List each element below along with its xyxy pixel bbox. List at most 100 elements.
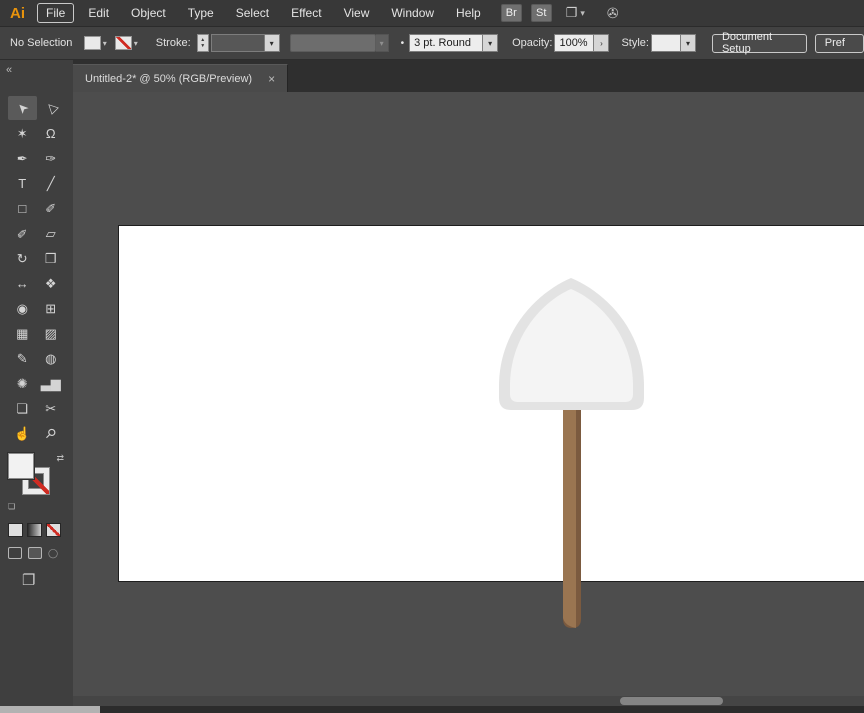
draw-inside-icon[interactable]: ◯ [48, 548, 58, 559]
stroke-weight-combo[interactable]: ▾ [210, 34, 280, 52]
menu-bar: Ai File Edit Object Type Select Effect V… [0, 0, 864, 27]
type-tool-icon: T [18, 175, 27, 191]
gradient-tool[interactable]: ▨ [37, 321, 66, 345]
workspace-icon: ❐ [565, 5, 578, 20]
style-combo[interactable]: ▾ [650, 34, 696, 52]
pen-tool[interactable]: ✒ [8, 146, 37, 170]
stroke-weight-field[interactable] [210, 34, 265, 52]
menu-window[interactable]: Window [380, 3, 445, 23]
rotate-tool[interactable]: ↻ [8, 246, 37, 270]
chevron-right-icon[interactable]: › [594, 34, 610, 52]
chevron-down-icon[interactable]: ▾ [483, 34, 499, 52]
brush-definition-value[interactable]: 3 pt. Round [409, 34, 484, 52]
selection-tool[interactable]: ➤ [8, 96, 37, 120]
app-logo[interactable]: Ai [0, 5, 34, 22]
document-tab-title: Untitled-2* @ 50% (RGB/Preview) [85, 72, 253, 85]
fill-stroke-widget: ⇄ ❏ [8, 453, 66, 511]
perspective-grid-tool[interactable]: ⊞ [37, 296, 66, 320]
magic-wand-tool-icon: ✶ [16, 125, 28, 141]
shape-builder-tool-icon: ◉ [16, 300, 28, 316]
magic-wand-tool[interactable]: ✶ [8, 121, 37, 145]
type-tool[interactable]: T [8, 171, 37, 195]
direct-selection-tool[interactable]: ▷ [37, 96, 66, 120]
close-icon[interactable]: × [268, 72, 275, 86]
opacity-combo[interactable]: 100% › [554, 34, 610, 52]
menu-view[interactable]: View [333, 3, 381, 23]
workspace-switcher[interactable]: ❐ ▾ [566, 5, 585, 21]
shape-builder-tool[interactable]: ◉ [8, 296, 37, 320]
draw-behind-button[interactable] [28, 547, 42, 559]
pen-tool-icon: ✒ [16, 150, 28, 166]
pencil-tool[interactable]: ✏ [8, 221, 37, 245]
line-tool-icon: ╱ [46, 175, 55, 191]
stock-button[interactable]: St [530, 4, 552, 22]
hand-tool-icon: ☝ [14, 425, 31, 441]
menu-edit[interactable]: Edit [77, 3, 120, 23]
lasso-tool[interactable]: Ω [37, 121, 66, 145]
brush-definition-combo[interactable]: 3 pt. Round ▾ [409, 34, 499, 52]
paintbrush-tool[interactable]: ✐ [37, 196, 66, 220]
chevron-down-icon[interactable]: ▾ [264, 34, 280, 52]
scale-tool[interactable]: ❒ [37, 246, 66, 270]
zoom-tool[interactable]: ⚲ [37, 421, 66, 445]
fill-color-dropdown[interactable]: ▾ [83, 36, 107, 50]
column-graph-tool[interactable]: ▃▆ [37, 371, 66, 395]
stroke-weight-stepper[interactable]: ▲ ▼ [196, 34, 209, 52]
fill-proxy[interactable] [8, 453, 34, 479]
document-setup-button[interactable]: Document Setup [711, 31, 807, 55]
artboard[interactable] [118, 225, 864, 582]
gradient-button[interactable] [27, 523, 42, 537]
screen-mode-button[interactable]: ❐ [22, 571, 73, 589]
width-tool[interactable]: ↔ [8, 271, 37, 295]
blend-tool[interactable]: ◍ [37, 346, 66, 370]
menu-help[interactable]: Help [445, 3, 492, 23]
artboard-tool[interactable]: ❏ [8, 396, 37, 420]
color-button[interactable] [8, 523, 23, 537]
direct-selection-tool-icon: ▷ [41, 99, 60, 117]
document-tab-bar: Untitled-2* @ 50% (RGB/Preview) × [73, 60, 864, 92]
line-tool[interactable]: ╱ [37, 171, 66, 195]
canvas[interactable] [73, 92, 864, 713]
free-transform-tool[interactable]: ❖ [37, 271, 66, 295]
eyedropper-tool[interactable]: ✎ [8, 346, 37, 370]
tab-row: « Untitled-2* @ 50% (RGB/Preview) × [0, 60, 864, 92]
touch-workspace-icon[interactable]: ✇ [607, 5, 619, 22]
menu-object[interactable]: Object [120, 3, 177, 23]
menu-select[interactable]: Select [225, 3, 280, 23]
tools-panel: ➤ ▷ ✶ Ω ✒ ✑ T ╱ □ ✐ ✏ ▱ ↻ ❒ ↔ ❖ ◉ ⊞ ▦ ▨ … [0, 92, 73, 713]
menu-file[interactable]: File [37, 3, 75, 23]
curvature-tool[interactable]: ✑ [37, 146, 66, 170]
chevron-down-icon[interactable]: ▾ [680, 34, 696, 52]
collapse-panel-icon[interactable]: « [6, 64, 12, 76]
default-fill-stroke-icon[interactable]: ❏ [8, 502, 15, 511]
chevron-down-icon: ▾ [102, 38, 107, 48]
menu-type[interactable]: Type [177, 3, 225, 23]
horizontal-scrollbar-thumb[interactable] [620, 697, 723, 705]
mesh-tool-icon: ▦ [16, 325, 29, 341]
menu-effect[interactable]: Effect [280, 3, 332, 23]
symbol-sprayer-tool[interactable]: ✺ [8, 371, 37, 395]
status-scrollbar-segment[interactable] [0, 706, 100, 713]
swap-fill-stroke-icon[interactable]: ⇄ [56, 453, 64, 464]
bridge-button[interactable]: Br [500, 4, 522, 22]
draw-normal-button[interactable] [8, 547, 22, 559]
horizontal-scrollbar[interactable] [73, 696, 864, 706]
mesh-tool[interactable]: ▦ [8, 321, 37, 345]
hand-tool[interactable]: ☝ [8, 421, 37, 445]
opacity-value[interactable]: 100% [554, 34, 595, 52]
scale-tool-icon: ❒ [44, 250, 57, 266]
style-field[interactable] [650, 34, 681, 52]
slice-tool[interactable]: ✂ [37, 396, 66, 420]
document-tab[interactable]: Untitled-2* @ 50% (RGB/Preview) × [73, 64, 289, 92]
rectangle-tool[interactable]: □ [8, 196, 37, 220]
column-graph-tool-icon: ▃▆ [40, 375, 61, 391]
artboard-tool-icon: ❏ [16, 400, 29, 416]
eraser-tool[interactable]: ▱ [37, 221, 66, 245]
stroke-color-dropdown[interactable]: ▾ [114, 36, 138, 50]
paint-style-buttons [8, 523, 73, 537]
none-button[interactable] [46, 523, 61, 537]
rectangle-tool-icon: □ [18, 200, 27, 216]
preferences-button[interactable]: Pref [814, 33, 864, 53]
fill-swatch-icon [83, 36, 101, 50]
chevron-down-icon: ▾ [580, 7, 585, 18]
